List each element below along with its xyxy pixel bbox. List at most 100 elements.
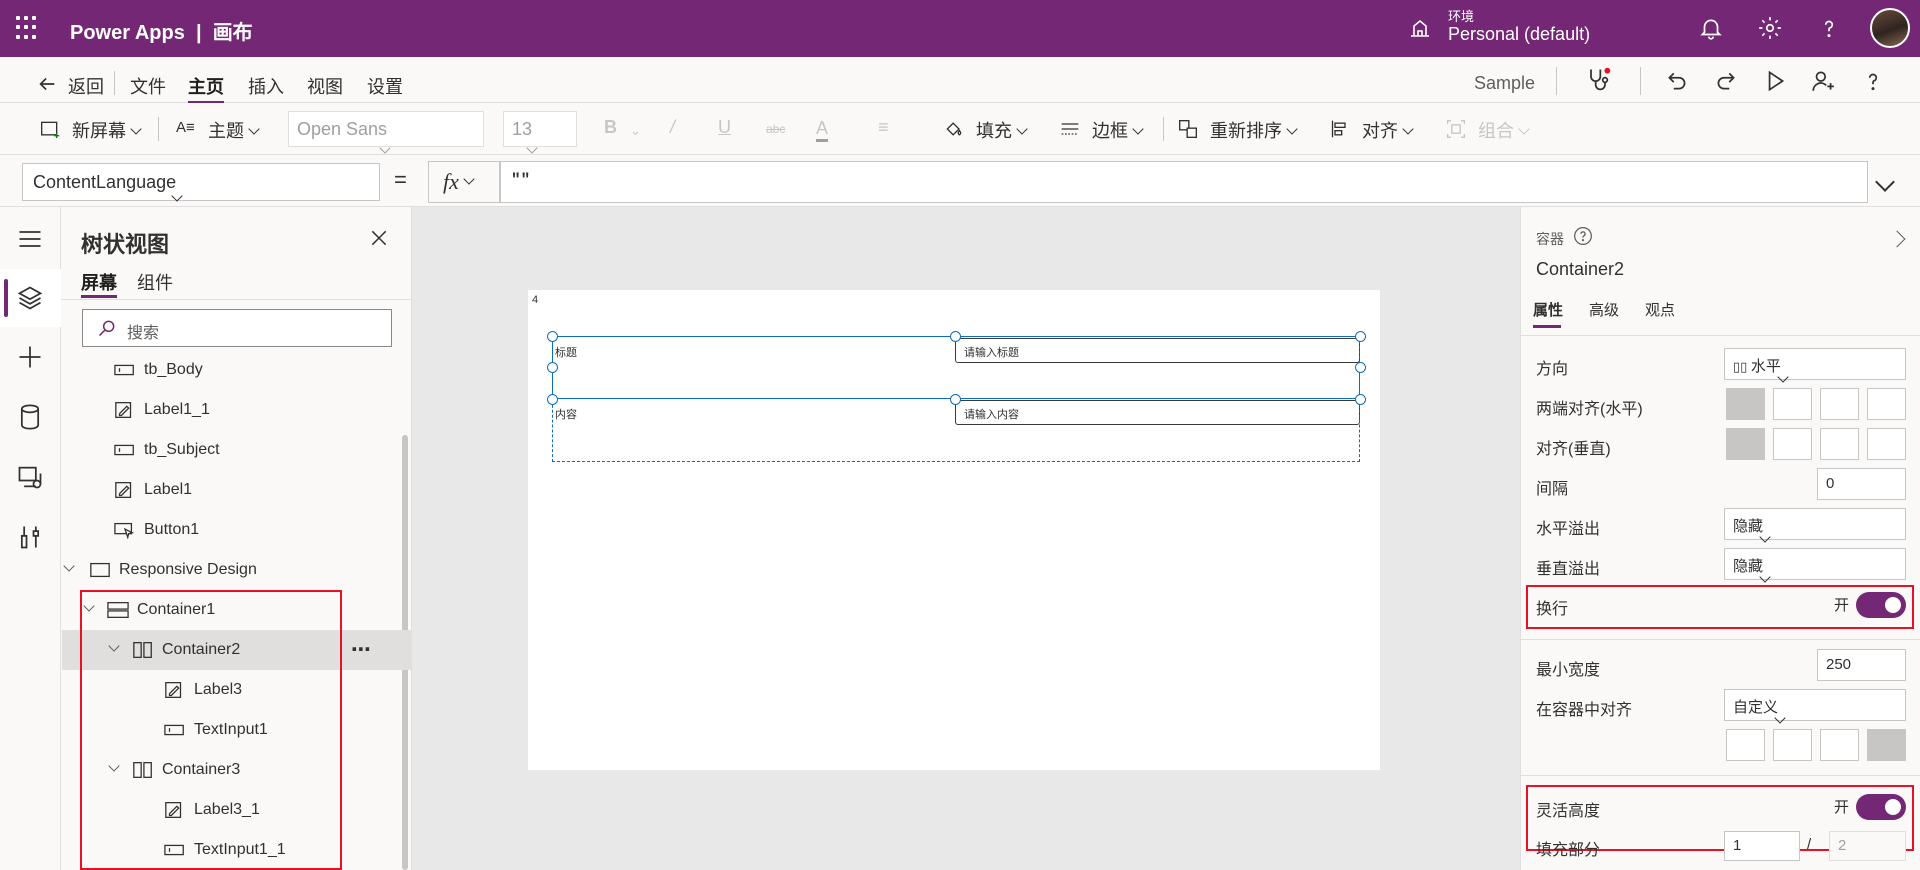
tab-advanced[interactable]: 高级	[1589, 299, 1619, 320]
more-options-icon[interactable]: ⋯	[351, 637, 371, 662]
close-icon[interactable]	[369, 228, 389, 248]
menu-view[interactable]: 视图	[307, 73, 343, 99]
tree-item[interactable]: Label1	[114, 470, 192, 510]
tree-item[interactable]: Button1	[114, 510, 199, 550]
align-stretch-button[interactable]	[1867, 428, 1906, 460]
align-top-button[interactable]	[1726, 428, 1765, 460]
direction-dropdown[interactable]: ▯▯ 水平	[1724, 348, 1906, 383]
help-icon[interactable]	[1816, 15, 1842, 41]
collapse-panel-chevron-icon[interactable]	[1888, 230, 1906, 248]
text-align-icon[interactable]: ≡	[878, 117, 889, 138]
vertical-overflow-dropdown[interactable]: 隐藏	[1724, 548, 1906, 583]
menu-file[interactable]: 文件	[130, 73, 166, 99]
resize-handle[interactable]	[950, 394, 961, 405]
theme-button[interactable]: 主题	[208, 117, 260, 143]
tree-search-input[interactable]: 搜索	[82, 309, 392, 347]
app-checker-stethoscope-icon[interactable]	[1584, 66, 1612, 94]
align-self-end-button[interactable]	[1820, 729, 1859, 761]
formula-input[interactable]: ""	[500, 161, 1868, 203]
back-arrow-icon[interactable]	[36, 73, 58, 95]
new-screen-button[interactable]: 新屏幕	[72, 117, 142, 143]
align-middle-button[interactable]	[1773, 428, 1812, 460]
justify-end-button[interactable]	[1820, 388, 1859, 420]
menu-insert[interactable]: 插入	[248, 73, 284, 99]
align-in-container-dropdown[interactable]: 自定义	[1724, 689, 1906, 724]
group-button[interactable]: 组合	[1478, 117, 1530, 143]
product-title: Power Apps | 画布	[70, 16, 253, 45]
horizontal-overflow-label: 水平溢出	[1536, 521, 1601, 538]
font-family-dropdown[interactable]: Open Sans	[288, 111, 484, 154]
tree-item-screen[interactable]: Responsive Design	[61, 550, 257, 590]
hamburger-menu-icon[interactable]	[16, 225, 44, 253]
settings-gear-icon[interactable]	[1757, 15, 1783, 41]
undo-icon[interactable]	[1664, 68, 1690, 94]
user-avatar[interactable]	[1870, 8, 1910, 48]
add-plus-icon[interactable]	[16, 343, 44, 371]
border-button[interactable]: 边框	[1092, 117, 1144, 143]
rail-item-tree-view[interactable]	[0, 269, 61, 327]
align-self-stretch-button[interactable]	[1867, 729, 1906, 761]
help-icon[interactable]	[1860, 68, 1886, 94]
align-button[interactable]: 对齐	[1362, 117, 1414, 143]
environment-icon[interactable]	[1408, 16, 1432, 40]
justify-center-button[interactable]	[1773, 388, 1812, 420]
align-self-start-button[interactable]	[1726, 729, 1765, 761]
label-pencil-icon	[115, 402, 132, 418]
resize-handle[interactable]	[1355, 331, 1366, 342]
justify-space-between-button[interactable]	[1867, 388, 1906, 420]
tab-screens[interactable]: 屏幕	[81, 269, 117, 295]
notification-bell-icon[interactable]	[1698, 15, 1724, 41]
resize-handle[interactable]	[1355, 394, 1366, 405]
menu-settings[interactable]: 设置	[367, 73, 403, 99]
border-label: 边框	[1092, 121, 1128, 141]
align-bottom-button[interactable]	[1820, 428, 1859, 460]
strikethrough-icon[interactable]: abc	[766, 122, 785, 136]
environment-value[interactable]: Personal (default)	[1448, 24, 1590, 45]
control-name[interactable]: Container2	[1536, 259, 1624, 280]
underline-icon[interactable]: U	[718, 117, 731, 138]
tab-ideas[interactable]: 观点	[1645, 299, 1675, 320]
fill-button[interactable]: 填充	[976, 117, 1028, 143]
data-cylinder-icon[interactable]	[16, 403, 44, 431]
font-color-icon[interactable]: A	[816, 117, 829, 142]
back-button[interactable]: 返回	[68, 73, 104, 99]
screen-artboard[interactable]: 4 标题 请输入标题 内容 请输入内容	[528, 290, 1380, 770]
align-vertical-label: 对齐(垂直)	[1536, 441, 1611, 458]
fx-button[interactable]: fx	[428, 161, 500, 203]
search-placeholder: 搜索	[127, 325, 160, 342]
advanced-tools-icon[interactable]	[16, 523, 44, 551]
resize-handle[interactable]	[950, 331, 961, 342]
chevron-down-icon	[1518, 123, 1530, 135]
property-dropdown[interactable]: ContentLanguage	[22, 163, 380, 202]
tree-item[interactable]: tb_Subject	[114, 430, 220, 470]
redo-icon[interactable]	[1713, 68, 1739, 94]
wrap-toggle[interactable]	[1856, 592, 1906, 618]
resize-handle[interactable]	[547, 394, 558, 405]
resize-handle[interactable]	[1355, 362, 1366, 373]
flexible-height-toggle[interactable]	[1856, 794, 1906, 820]
font-size-dropdown[interactable]: 13	[503, 111, 577, 154]
justify-start-button[interactable]	[1726, 388, 1765, 420]
tab-components[interactable]: 组件	[137, 269, 173, 295]
bold-icon[interactable]: B	[604, 117, 617, 138]
media-icon[interactable]	[16, 463, 44, 491]
tree-item-label: tb_Subject	[144, 441, 220, 458]
help-circle-icon[interactable]	[1573, 226, 1593, 246]
resize-handle[interactable]	[547, 331, 558, 342]
menu-home[interactable]: 主页	[188, 73, 224, 104]
horizontal-overflow-dropdown[interactable]: 隐藏	[1724, 508, 1906, 543]
resize-handle[interactable]	[547, 362, 558, 373]
tree-item[interactable]: tb_Body	[114, 350, 203, 390]
expand-formula-chevron-icon[interactable]	[1875, 172, 1895, 192]
app-launcher-icon[interactable]	[16, 16, 40, 40]
italic-icon[interactable]: /	[670, 117, 675, 138]
reorder-button[interactable]: 重新排序	[1210, 117, 1298, 143]
share-user-icon[interactable]	[1810, 68, 1836, 94]
min-width-input[interactable]: 250	[1817, 649, 1906, 681]
tree-item[interactable]: Label1_1	[114, 390, 210, 430]
tab-properties[interactable]: 属性	[1533, 299, 1563, 320]
align-self-center-button[interactable]	[1773, 729, 1812, 761]
fill-portion-input[interactable]: 1	[1724, 831, 1800, 861]
preview-play-icon[interactable]	[1762, 68, 1788, 94]
gap-input[interactable]: 0	[1817, 468, 1906, 500]
